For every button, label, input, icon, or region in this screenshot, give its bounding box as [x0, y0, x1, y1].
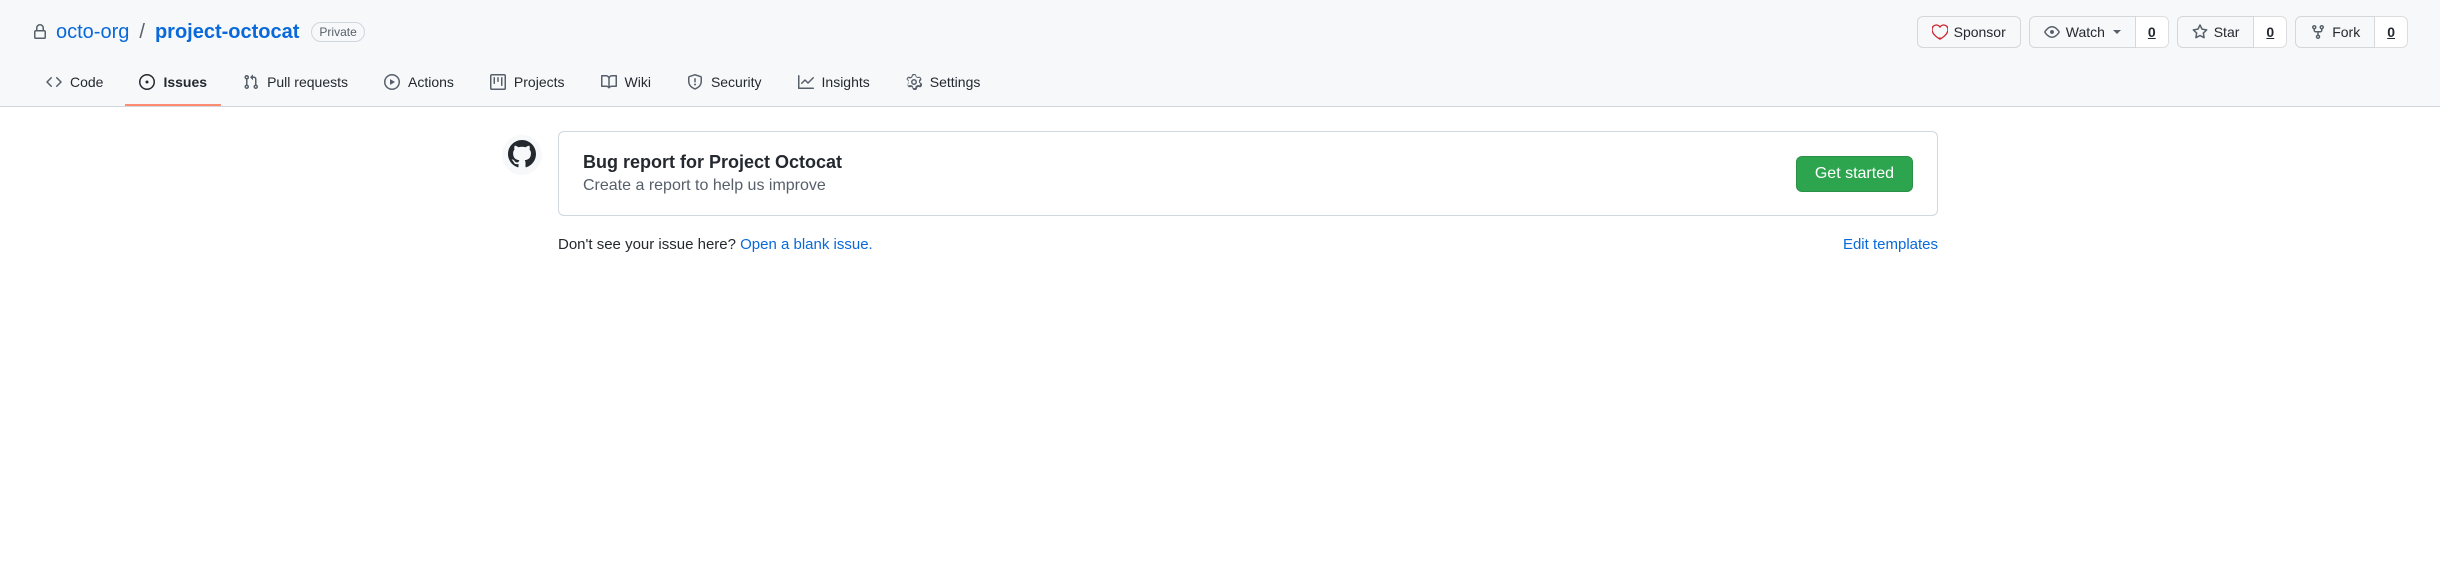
footer-prompt-text: Don't see your issue here?	[558, 236, 740, 253]
fork-count[interactable]: 0	[2375, 16, 2408, 48]
tab-actions-label: Actions	[408, 72, 454, 92]
tab-projects-label: Projects	[514, 72, 565, 92]
edit-templates-link[interactable]: Edit templates	[1843, 236, 1938, 253]
tab-wiki-label: Wiki	[625, 72, 651, 92]
watch-button[interactable]: Watch	[2029, 16, 2136, 48]
graph-icon	[798, 74, 814, 90]
code-icon	[46, 74, 62, 90]
tab-security-label: Security	[711, 72, 762, 92]
lock-icon	[32, 24, 48, 40]
repo-header: octo-org / project-octocat Private Spons…	[0, 0, 2440, 107]
issue-template-card: Bug report for Project Octocat Create a …	[558, 131, 1938, 216]
fork-group: Fork 0	[2295, 16, 2408, 48]
star-button[interactable]: Star	[2177, 16, 2255, 48]
pull-request-icon	[243, 74, 259, 90]
octocat-icon	[508, 140, 536, 171]
gear-icon	[906, 74, 922, 90]
separator: /	[139, 21, 145, 44]
tab-projects[interactable]: Projects	[476, 64, 579, 106]
watch-count[interactable]: 0	[2136, 16, 2169, 48]
tab-actions[interactable]: Actions	[370, 64, 468, 106]
tab-code-label: Code	[70, 72, 103, 92]
fork-icon	[2310, 24, 2326, 40]
repo-link[interactable]: project-octocat	[155, 21, 299, 43]
tab-insights-label: Insights	[822, 72, 870, 92]
play-icon	[384, 74, 400, 90]
watch-label: Watch	[2066, 22, 2105, 42]
eye-icon	[2044, 24, 2060, 40]
tab-pulls-label: Pull requests	[267, 72, 348, 92]
tab-wiki[interactable]: Wiki	[587, 64, 665, 106]
tab-settings-label: Settings	[930, 72, 981, 92]
tab-issues-label: Issues	[163, 72, 207, 92]
tab-code[interactable]: Code	[32, 64, 117, 106]
sponsor-label: Sponsor	[1954, 22, 2006, 42]
template-text: Bug report for Project Octocat Create a …	[583, 152, 842, 195]
footer-row: Don't see your issue here? Open a blank …	[558, 236, 1938, 253]
template-title: Bug report for Project Octocat	[583, 152, 842, 173]
repo-title-row: octo-org / project-octocat Private Spons…	[32, 16, 2408, 48]
avatar	[502, 135, 542, 175]
heart-icon	[1932, 24, 1948, 40]
sponsor-button[interactable]: Sponsor	[1917, 16, 2021, 48]
repo-actions: Sponsor Watch 0 Star	[1917, 16, 2408, 48]
fork-button[interactable]: Fork	[2295, 16, 2375, 48]
repo-tabs: Code Issues Pull requests Actions Projec…	[32, 64, 2408, 106]
tab-issues[interactable]: Issues	[125, 64, 221, 106]
visibility-badge: Private	[311, 22, 364, 42]
star-label: Star	[2214, 22, 2240, 42]
tab-settings[interactable]: Settings	[892, 64, 995, 106]
repo-title: octo-org / project-octocat Private	[32, 21, 365, 44]
template-row: Bug report for Project Octocat Create a …	[502, 131, 1938, 216]
star-count[interactable]: 0	[2254, 16, 2287, 48]
star-group: Star 0	[2177, 16, 2287, 48]
owner-link[interactable]: octo-org	[56, 21, 129, 43]
blank-issue-link[interactable]: Open a blank issue.	[740, 236, 873, 253]
get-started-button[interactable]: Get started	[1796, 156, 1913, 192]
caret-down-icon	[2113, 30, 2121, 34]
tab-security[interactable]: Security	[673, 64, 776, 106]
shield-icon	[687, 74, 703, 90]
template-description: Create a report to help us improve	[583, 177, 842, 195]
tab-insights[interactable]: Insights	[784, 64, 884, 106]
blank-issue-prompt: Don't see your issue here? Open a blank …	[558, 236, 873, 253]
star-icon	[2192, 24, 2208, 40]
project-icon	[490, 74, 506, 90]
watch-group: Watch 0	[2029, 16, 2169, 48]
main-content: Bug report for Project Octocat Create a …	[470, 131, 1970, 253]
fork-label: Fork	[2332, 22, 2360, 42]
book-icon	[601, 74, 617, 90]
tab-pulls[interactable]: Pull requests	[229, 64, 362, 106]
issue-icon	[139, 74, 155, 90]
